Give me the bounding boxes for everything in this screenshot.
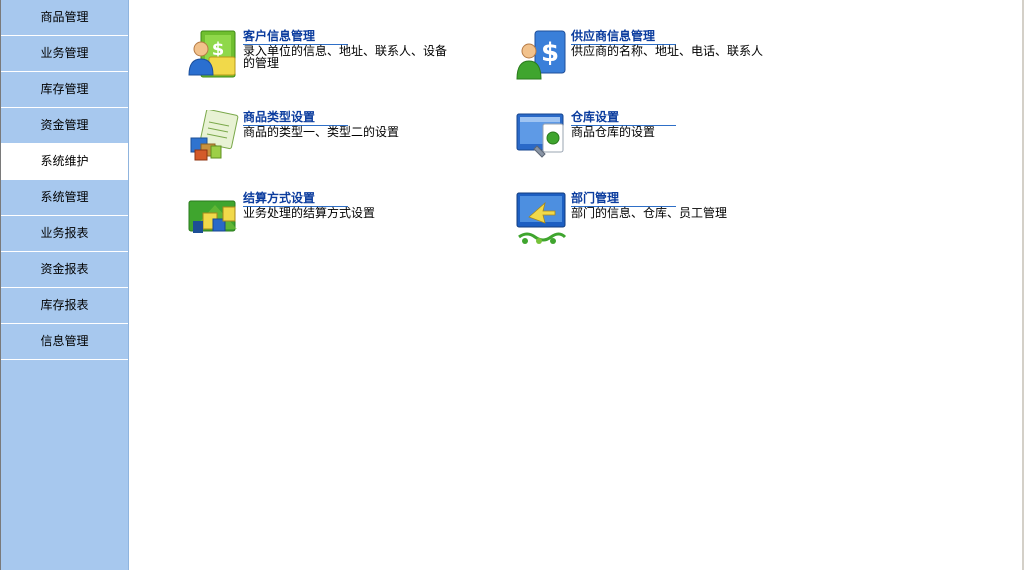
sidebar-item-product-management[interactable]: 商品管理: [1, 0, 128, 36]
product-type-title[interactable]: 商品类型设置: [243, 109, 348, 126]
product-type-icon: [190, 110, 239, 161]
main-panel: $ 客户信息管理 录入单位的信息、地址、联系人、设备的管理 $ 供应商信息管理 …: [130, 0, 1022, 570]
settlement-desc: 业务处理的结算方式设置: [243, 206, 376, 220]
supplier-info-title[interactable]: 供应商信息管理: [571, 28, 676, 45]
warehouse-desc: 商品仓库的设置: [571, 125, 656, 139]
warehouse-title[interactable]: 仓库设置: [571, 109, 676, 126]
sidebar-item-inventory-management[interactable]: 库存管理: [1, 72, 128, 108]
sidebar-item-business-management[interactable]: 业务管理: [1, 36, 128, 72]
warehouse-icon: [516, 113, 564, 158]
department-title[interactable]: 部门管理: [571, 190, 676, 207]
settlement-title[interactable]: 结算方式设置: [243, 190, 348, 207]
sidebar-item-info-management[interactable]: 信息管理: [1, 324, 128, 360]
department-icon: [516, 192, 567, 244]
department-tile[interactable]: 部门管理 部门的信息、仓库、员工管理: [515, 191, 815, 251]
customer-info-desc: 录入单位的信息、地址、联系人、设备的管理: [243, 44, 448, 70]
customer-info-icon: $: [188, 30, 236, 78]
product-type-tile[interactable]: 商品类型设置 商品的类型一、类型二的设置: [187, 110, 487, 170]
supplier-info-icon: $: [516, 30, 566, 80]
sidebar-item-system-maintenance[interactable]: 系统维护: [1, 144, 128, 180]
sidebar-item-fund-management[interactable]: 资金管理: [1, 108, 128, 144]
product-type-desc: 商品的类型一、类型二的设置: [243, 125, 400, 139]
supplier-info-tile[interactable]: $ 供应商信息管理 供应商的名称、地址、电话、联系人: [515, 29, 815, 89]
sidebar-item-business-report[interactable]: 业务报表: [1, 216, 128, 252]
settlement-tile[interactable]: 结算方式设置 业务处理的结算方式设置: [187, 191, 487, 251]
department-desc: 部门的信息、仓库、员工管理: [571, 206, 728, 220]
svg-text:$: $: [541, 38, 559, 68]
sidebar-item-fund-report[interactable]: 资金报表: [1, 252, 128, 288]
sidebar-item-system-management[interactable]: 系统管理: [1, 180, 128, 216]
sidebar-item-inventory-report[interactable]: 库存报表: [1, 288, 128, 324]
warehouse-tile[interactable]: 仓库设置 商品仓库的设置: [515, 110, 815, 170]
customer-info-tile[interactable]: $ 客户信息管理 录入单位的信息、地址、联系人、设备的管理: [187, 29, 487, 89]
supplier-info-desc: 供应商的名称、地址、电话、联系人: [571, 44, 764, 58]
sidebar-menu: 商品管理 业务管理 库存管理 资金管理 系统维护 系统管理 业务报表 资金报表 …: [0, 0, 129, 570]
customer-info-title[interactable]: 客户信息管理: [243, 28, 348, 45]
settlement-icon: [188, 200, 237, 233]
